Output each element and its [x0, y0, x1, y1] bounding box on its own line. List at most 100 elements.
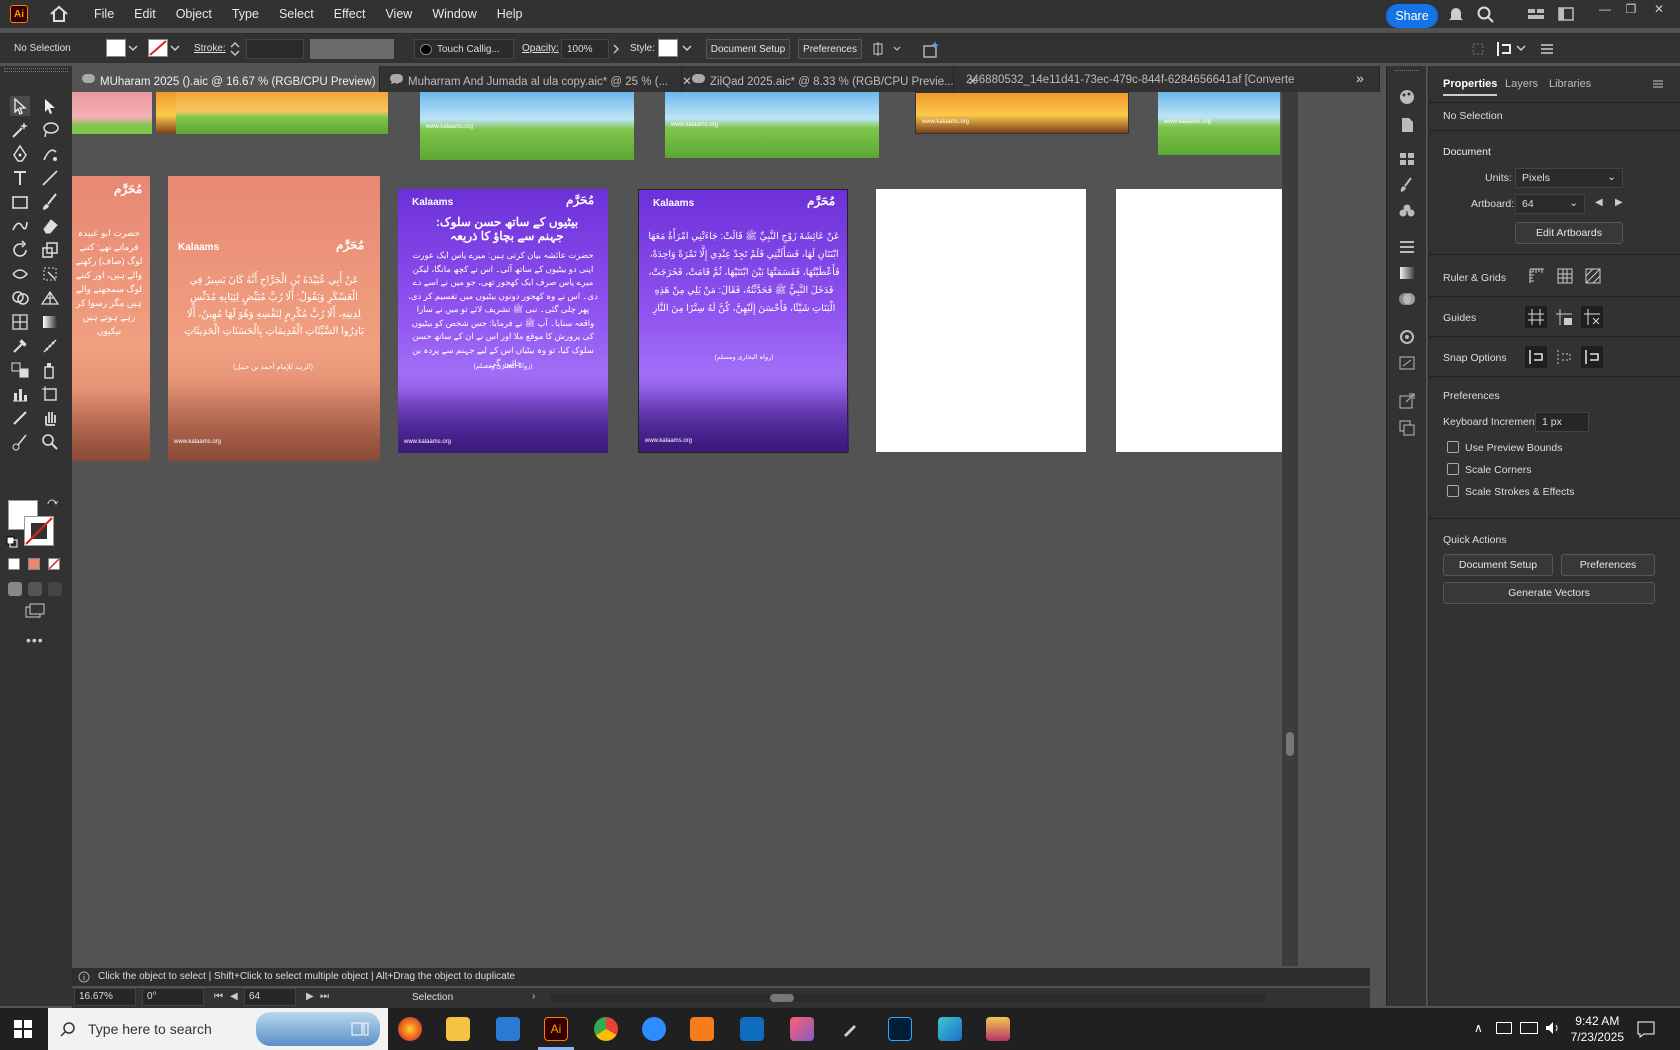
draw-inside-icon[interactable]: [48, 582, 62, 596]
scissors-tool-icon[interactable]: [10, 432, 30, 452]
taskbar-clock[interactable]: 9:42 AM 7/23/2025: [1571, 1013, 1624, 1045]
close-button[interactable]: ✕: [1648, 2, 1670, 20]
quick-document-setup-button[interactable]: Document Setup: [1443, 554, 1553, 576]
arrange-documents-icon[interactable]: [1556, 5, 1576, 23]
artboard-purple-4[interactable]: Kalaams مُحَرَّم عَنْ عَائِشَةَ زَوْجِ ا…: [638, 189, 849, 453]
ruler-icon[interactable]: [1527, 266, 1547, 286]
export-panel-icon[interactable]: [1397, 392, 1417, 410]
horizontal-scrollbar[interactable]: [550, 994, 1266, 1002]
status-menu-arrow-icon[interactable]: ›: [532, 991, 535, 1002]
width-tool-icon[interactable]: [10, 264, 30, 284]
artboard-strip[interactable]: [156, 92, 176, 134]
artboard-banner-5[interactable]: www.kalaams.org: [915, 92, 1129, 134]
rotation-field[interactable]: 0°: [142, 988, 204, 1006]
lasso-icon[interactable]: [40, 120, 60, 140]
opacity-arrow-icon[interactable]: [612, 44, 620, 54]
winrar-icon[interactable]: [986, 1017, 1010, 1041]
brushes-panel-icon[interactable]: [1397, 176, 1417, 194]
home-icon[interactable]: [48, 3, 70, 25]
snap-dropdown-icon[interactable]: [1516, 44, 1526, 52]
blend-tool-icon[interactable]: [10, 360, 30, 380]
pen-app-icon[interactable]: [838, 1017, 862, 1041]
document-setup-button[interactable]: Document Setup: [706, 39, 790, 59]
draw-normal-icon[interactable]: [8, 582, 22, 596]
variable-width-profile[interactable]: [310, 39, 394, 59]
vertical-scroll-thumb[interactable]: [1286, 732, 1294, 756]
vscode-icon[interactable]: [496, 1017, 520, 1041]
rotate-tool-icon[interactable]: [10, 240, 30, 260]
graphic-styles-panel-icon[interactable]: [1397, 354, 1417, 372]
stroke-panel-icon[interactable]: [1397, 238, 1417, 256]
appearance-panel-icon[interactable]: [1397, 328, 1417, 346]
xampp-icon[interactable]: [690, 1017, 714, 1041]
isolate-icon[interactable]: [1470, 40, 1486, 58]
tab-converted-file[interactable]: 246880532_14e11d41-73ec-479c-844f-628465…: [954, 66, 1380, 92]
screen-mode-icon[interactable]: [24, 602, 46, 620]
free-transform-tool-icon[interactable]: [40, 264, 60, 284]
document-panel-icon[interactable]: [1397, 116, 1417, 134]
measure-tool-icon[interactable]: [40, 336, 60, 356]
edit-toolbar-icon[interactable]: •••: [26, 632, 44, 648]
stroke-swatch[interactable]: [148, 39, 168, 57]
opacity-label[interactable]: Opacity:: [522, 43, 559, 54]
menu-file[interactable]: File: [94, 7, 114, 21]
notifications-icon[interactable]: [1636, 1020, 1656, 1038]
stroke-color-box[interactable]: [24, 516, 54, 546]
symbol-sprayer-tool-icon[interactable]: [40, 360, 60, 380]
gradient-panel-icon[interactable]: [1397, 264, 1417, 282]
stroke-weight-field[interactable]: [246, 39, 304, 59]
type-tool-icon[interactable]: [10, 168, 30, 188]
panel-menu-icon[interactable]: [1651, 78, 1665, 90]
snap-to-pixel-icon[interactable]: [1581, 346, 1603, 368]
tab-muharam-2025[interactable]: MUharam 2025 ().aic @ 16.67 % (RGB/CPU P…: [72, 66, 399, 92]
magic-wand-icon[interactable]: [10, 120, 30, 140]
brush-definition-dropdown[interactable]: Touch Callig...: [414, 39, 514, 59]
artboard-pink-1[interactable]: مُحَرَّم حضرت ابو عبیدہ فرماتے تھے: کتنے…: [72, 176, 150, 461]
use-preview-bounds-checkbox[interactable]: [1447, 441, 1459, 453]
quick-preferences-button[interactable]: Preferences: [1561, 554, 1655, 576]
artboard-tool-icon[interactable]: [40, 384, 60, 404]
tabs-overflow-button[interactable]: »: [1356, 70, 1364, 86]
restore-button[interactable]: ❐: [1620, 2, 1642, 20]
last-artboard-icon[interactable]: ⏭: [320, 991, 329, 1002]
graphic-style-swatch[interactable]: [658, 39, 678, 57]
align-dropdown-icon[interactable]: [872, 40, 902, 58]
artboard-blank-1[interactable]: [876, 189, 1086, 452]
scale-strokes-checkbox[interactable]: [1447, 485, 1459, 497]
pen-tool-icon[interactable]: [10, 144, 30, 164]
default-colors-icon[interactable]: [6, 536, 18, 548]
draw-behind-icon[interactable]: [28, 582, 42, 596]
paintbrush-tool-icon[interactable]: [40, 192, 60, 212]
toolbar-grip[interactable]: [4, 68, 68, 72]
workspace-layout-icon[interactable]: [1526, 5, 1546, 23]
swap-colors-icon[interactable]: [46, 498, 58, 510]
next-artboard-icon[interactable]: ▶: [306, 991, 314, 1002]
artboard-banner-4[interactable]: www.kalaams.org: [665, 92, 879, 158]
first-artboard-icon[interactable]: ⏮: [214, 991, 223, 1002]
gradient-mode-icon[interactable]: [28, 558, 40, 570]
shape-builder-tool-icon[interactable]: [10, 288, 30, 308]
mesh-tool-icon[interactable]: [10, 312, 30, 332]
perspective-grid-tool-icon[interactable]: [40, 288, 60, 308]
illustrator-taskbar-icon[interactable]: Ai: [544, 1017, 568, 1041]
artboard-dropdown[interactable]: 64 ⌄: [1515, 194, 1585, 214]
opacity-field[interactable]: 100%: [561, 39, 609, 59]
artboards-panel-icon[interactable]: [1397, 418, 1417, 436]
scale-corners-checkbox[interactable]: [1447, 463, 1459, 475]
canvas-area[interactable]: www.kalaams.org www.kalaams.org www.kala…: [72, 92, 1370, 966]
task-view-icon[interactable]: [348, 1017, 372, 1041]
stroke-label[interactable]: Stroke:: [194, 43, 226, 54]
outlook-icon[interactable]: [740, 1017, 764, 1041]
symbols-panel-icon[interactable]: [1397, 202, 1417, 220]
curvature-tool-icon[interactable]: [40, 144, 60, 164]
menu-help[interactable]: Help: [497, 7, 523, 21]
tray-overflow-icon[interactable]: ∧: [1474, 1021, 1483, 1035]
color-panel-icon[interactable]: [1397, 88, 1417, 106]
style-dropdown-icon[interactable]: [682, 44, 692, 52]
artboard-pink-2[interactable]: Kalaams مُحَرَّم عَنْ أَبِي عُبَيْدَةَ ب…: [168, 176, 380, 461]
shaper-tool-icon[interactable]: [10, 216, 30, 236]
transparency-grid-icon[interactable]: [1583, 266, 1603, 286]
snap-to-point-icon[interactable]: [1525, 346, 1547, 368]
edit-artboards-button[interactable]: Edit Artboards: [1515, 222, 1623, 244]
artboard-banner-6[interactable]: www.kalaams.org: [1158, 92, 1280, 155]
